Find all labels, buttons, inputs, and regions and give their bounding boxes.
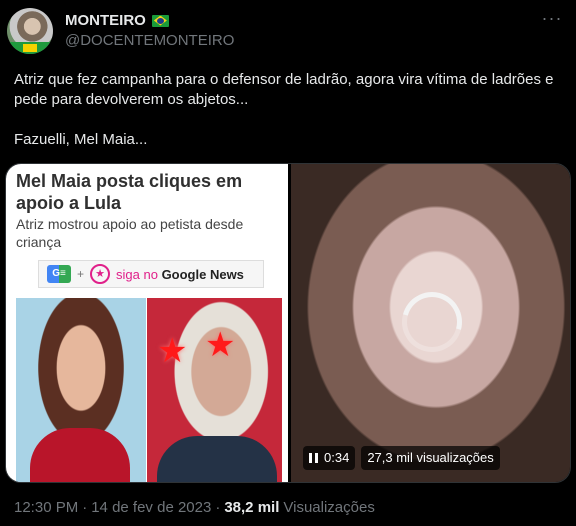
politician-photo: ★ ★ [147,298,282,482]
avatar-flag-strip [7,42,53,54]
video-player[interactable]: 0:34 27,3 mil visualizações [291,164,570,482]
news-headline: Mel Maia posta cliques em apoio a Lula [16,171,243,213]
video-elapsed-time: 0:34 [324,450,350,465]
media-container: Mel Maia posta cliques em apoio a Lula A… [5,163,571,483]
video-views-badge: 27,3 mil visualizações [361,446,500,470]
plus-sign: + [77,267,85,281]
author-name-row: MONTEIRO [65,12,169,29]
display-name[interactable]: MONTEIRO [65,12,146,29]
tweet-header: MONTEIRO @DOCENTEMONTEIRO ··· [0,0,576,60]
red-star-left-icon: ★ [157,332,188,370]
news-subhead: Atriz mostrou apoio ao petista desde cri… [16,216,244,250]
tweet-date[interactable]: 14 de fev de 2023 [91,499,211,516]
loading-spinner-icon [391,281,473,363]
views-count: 38,2 mil [224,499,280,516]
pause-button[interactable]: 0:34 [303,446,356,470]
pause-icon [309,453,318,463]
more-options-icon[interactable]: ··· [540,9,564,34]
tweet-text-line-1: Atriz que fez campanha para o defensor d… [14,71,554,108]
video-controls: 0:34 27,3 mil visualizações [303,446,500,470]
google-news-logo-icon: G≡ [47,265,71,283]
views-label: Visualizações [283,499,375,516]
footer-separator-2: · [215,499,221,516]
avatar[interactable] [7,8,53,54]
footer-separator: · [82,499,88,516]
google-news-banner: G≡ + ★ siga no Google News [38,260,264,288]
tweet-time[interactable]: 12:30 PM [14,499,78,516]
user-handle[interactable]: @DOCENTEMONTEIRO [65,32,234,49]
red-star-right-icon: ★ [205,326,236,364]
actress-photo [16,298,146,482]
tweet-footer: 12:30 PM · 14 de fev de 2023 · 38,2 mil … [14,499,375,516]
news-image[interactable]: Mel Maia posta cliques em apoio a Lula A… [6,164,288,482]
brazil-flag-icon [151,14,169,27]
star-icon: ★ [90,264,111,284]
tweet-text: Atriz que fez campanha para o defensor d… [14,70,564,150]
google-news-text: siga no Google News [116,267,244,282]
follow-text: siga no [116,266,158,282]
google-news-brand: Google News [161,266,244,282]
tweet-text-line-2: Fazuelli, Mel Maia... [14,131,148,148]
